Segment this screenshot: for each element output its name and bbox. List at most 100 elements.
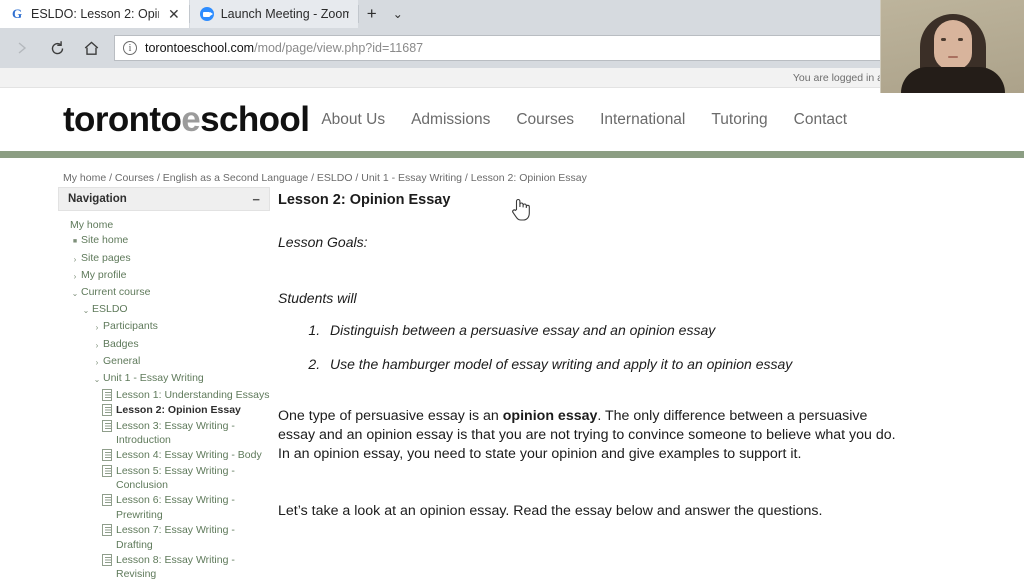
page-body: My home / Courses / English as a Second … — [0, 158, 1024, 582]
site-header: torontoeschool About Us Admissions Cours… — [0, 88, 1024, 151]
document-icon — [102, 494, 112, 507]
header-separator — [0, 151, 1024, 158]
home-button[interactable] — [76, 33, 106, 63]
logo-suffix: school — [200, 100, 310, 139]
document-icon — [102, 419, 112, 432]
bullet-icon: ■ — [72, 238, 78, 246]
nav-tree-item[interactable]: Lesson 8: Essay Writing - Revising — [58, 553, 270, 582]
navigation-block-header: Navigation − — [58, 187, 270, 211]
chevron-right-icon[interactable]: › — [91, 354, 103, 371]
nav-tree-item[interactable]: › Site pages — [58, 250, 270, 267]
navigation-block: Navigation − My home ■ Site home › Site page… — [58, 187, 270, 582]
nav-tree-item-label: My home — [70, 219, 114, 232]
lesson-goals-heading: Lesson Goals: — [278, 234, 368, 250]
nav-tree-item-label: ESLDO — [92, 303, 128, 316]
user-status-bar: You are logged in as Natalka Vetere Log … — [0, 67, 1024, 88]
webcam-person-shoulders — [900, 67, 1005, 93]
nav-tree-item[interactable]: ⌄ Current course — [58, 285, 270, 302]
nav-item-tutoring[interactable]: Tutoring — [711, 111, 767, 129]
nav-tree-item[interactable]: › Badges — [58, 336, 270, 353]
nav-tree-item[interactable]: › Participants — [58, 319, 270, 336]
browser-window: G ESLDO: Lesson 2: Opini ✕ Launch Meetin… — [0, 0, 1024, 582]
nav-tree-item-label: Lesson 3: Essay Writing - Introduction — [116, 419, 235, 447]
chevron-down-icon[interactable]: ⌄ — [91, 371, 103, 388]
chevron-right-icon[interactable]: › — [91, 319, 103, 336]
nav-tree-item[interactable]: ⌄ ESLDO — [58, 302, 270, 319]
nav-tree-item-label: Lesson 1: Understanding Essays — [116, 389, 270, 402]
chevron-down-icon[interactable]: ⌄ — [385, 0, 411, 28]
navigation-block-title: Navigation — [68, 193, 127, 205]
nav-tree-item-label: Lesson 8: Essay Writing - Revising — [116, 553, 235, 581]
main-navigation: About Us Admissions Courses Internationa… — [321, 111, 847, 129]
lesson-goals-list: Distinguish between a persuasive essay a… — [324, 322, 903, 372]
nav-item-about-us[interactable]: About Us — [321, 111, 385, 129]
tab-strip: G ESLDO: Lesson 2: Opini ✕ Launch Meetin… — [0, 0, 1024, 28]
nav-tree-item[interactable]: ■ Site home — [58, 233, 270, 250]
nav-item-courses[interactable]: Courses — [516, 111, 574, 129]
web-page: You are logged in as Natalka Vetere Log … — [0, 67, 1024, 582]
nav-tree-item-label: Lesson 7: Essay Writing - Drafting — [116, 524, 235, 551]
breadcrumb: My home / Courses / English as a Second … — [63, 172, 587, 184]
tab-title: ESLDO: Lesson 2: Opini — [31, 7, 159, 21]
nav-tree-item[interactable]: Lesson 6: Essay Writing - Prewriting — [58, 493, 270, 523]
nav-tree-item[interactable]: Lesson 4: Essay Writing - Body — [58, 448, 270, 463]
nav-tree-item-label: Participants — [103, 320, 158, 333]
chevron-down-icon[interactable]: ⌄ — [80, 302, 92, 319]
nav-tree-item[interactable]: › My profile — [58, 268, 270, 285]
forward-button[interactable] — [8, 33, 38, 63]
browser-toolbar: i torontoeschool.com /mod/page/view.php?… — [0, 28, 1024, 68]
info-icon[interactable]: i — [123, 41, 137, 55]
nav-item-contact[interactable]: Contact — [794, 111, 847, 129]
chevron-right-icon[interactable]: › — [69, 251, 81, 268]
nav-tree-item[interactable]: › General — [58, 354, 270, 371]
webcam-overlay — [880, 0, 1024, 93]
nav-tree-item-label: General — [103, 354, 141, 367]
collapse-icon[interactable]: − — [252, 193, 260, 206]
address-bar[interactable]: i torontoeschool.com /mod/page/view.php?… — [114, 35, 1014, 61]
nav-tree-item[interactable]: Lesson 7: Essay Writing - Drafting — [58, 523, 270, 553]
paragraph-before: One type of persuasive essay is an — [278, 408, 503, 424]
nav-tree-item[interactable]: Lesson 3: Essay Writing - Introduction — [58, 418, 270, 448]
nav-tree-item[interactable]: ⌄ Unit 1 - Essay Writing — [58, 371, 270, 388]
webcam-person-face — [933, 20, 972, 70]
lesson-goal-item: Use the hamburger model of essay writing… — [324, 356, 903, 372]
webcam-person-mouth — [947, 56, 958, 58]
url-path: /mod/page/view.php?id=11687 — [254, 41, 424, 55]
tab-esldo-lesson[interactable]: G ESLDO: Lesson 2: Opini ✕ — [0, 0, 189, 28]
new-tab-button[interactable]: + — [359, 0, 385, 28]
url-host: torontoeschool.com — [145, 41, 255, 55]
chevron-right-icon[interactable]: › — [69, 268, 81, 285]
nav-tree-item-label: Unit 1 - Essay Writing — [103, 371, 204, 384]
zoom-camera-icon — [199, 7, 214, 21]
lesson-goal-item: Distinguish between a persuasive essay a… — [324, 322, 903, 338]
document-icon — [102, 464, 112, 477]
document-icon — [102, 449, 112, 462]
document-icon — [102, 553, 112, 566]
logo-accent: e — [181, 100, 201, 139]
nav-tree-item[interactable]: Lesson 1: Understanding Essays — [58, 388, 270, 403]
lesson-content: Lesson 2: Opinion Essay Lesson Goals: St… — [278, 192, 903, 519]
close-icon[interactable]: ✕ — [168, 7, 180, 21]
document-icon — [102, 404, 112, 417]
document-icon — [102, 524, 112, 537]
site-logo[interactable]: torontoeschool — [63, 100, 310, 139]
nav-tree-item[interactable]: Lesson 5: Essay Writing - Conclusion — [58, 463, 270, 493]
tab-launch-meeting-zoom[interactable]: Launch Meeting - Zoom — [189, 0, 358, 28]
tab-title: Launch Meeting - Zoom — [220, 7, 349, 21]
nav-tree-item[interactable]: Lesson 2: Opinion Essay — [58, 403, 270, 418]
reload-button[interactable] — [42, 33, 72, 63]
nav-item-admissions[interactable]: Admissions — [411, 111, 490, 129]
nav-tree-item-label: Badges — [103, 337, 139, 350]
nav-tree-item-label: Site pages — [81, 251, 131, 264]
chevron-down-icon[interactable]: ⌄ — [69, 285, 81, 302]
intro-paragraph: One type of persuasive essay is an opini… — [278, 407, 903, 464]
chevron-right-icon[interactable]: › — [91, 337, 103, 354]
forward-arrow-icon — [18, 42, 27, 54]
document-icon — [102, 389, 112, 402]
nav-tree-item[interactable]: My home — [58, 218, 270, 233]
google-g-icon: G — [11, 6, 23, 21]
webcam-person-eye-left — [941, 38, 946, 41]
nav-item-international[interactable]: International — [600, 111, 685, 129]
navigation-tree: My home ■ Site home › Site pages › My profile ⌄… — [58, 211, 270, 582]
